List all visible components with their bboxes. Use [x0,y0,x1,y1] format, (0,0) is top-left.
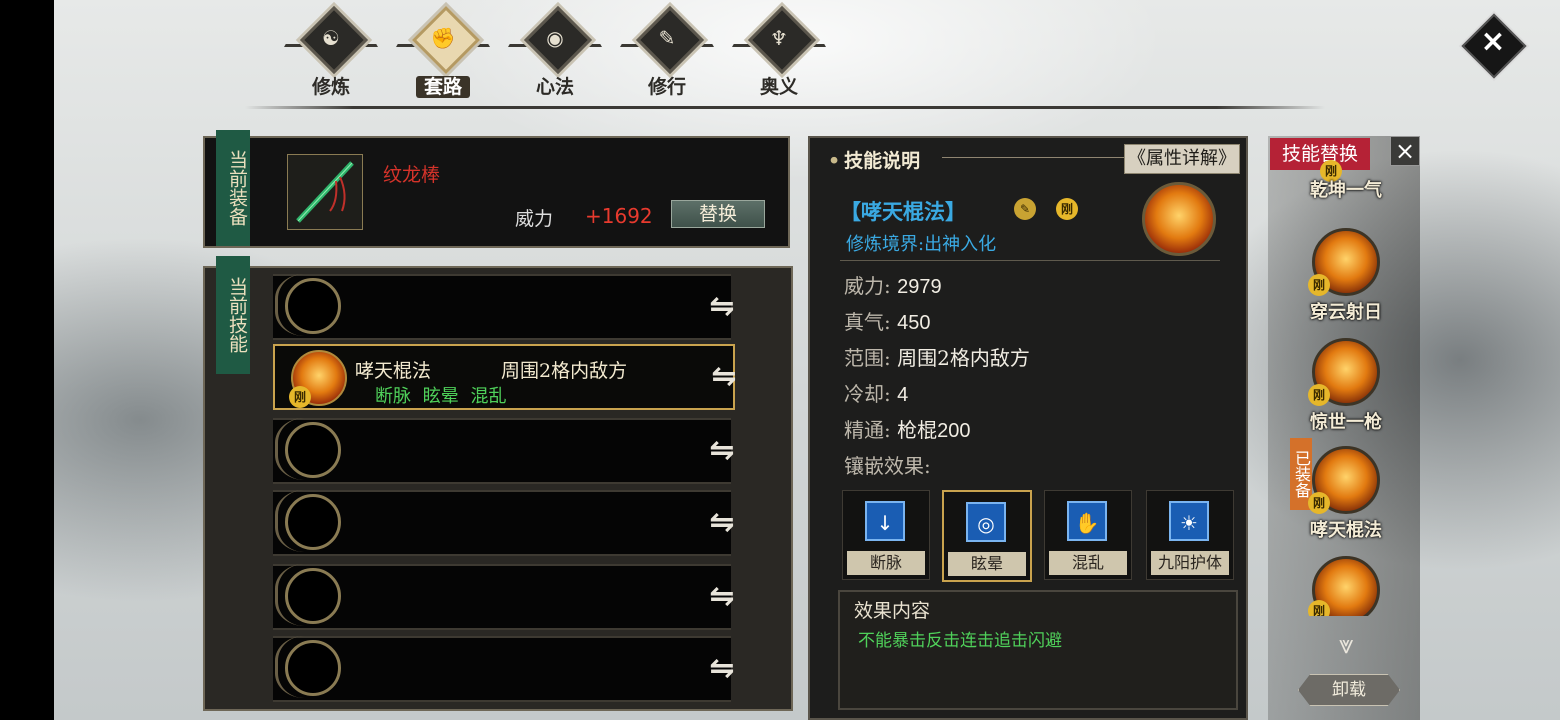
empty-slot-icon [285,422,341,478]
power-label: 威力 [515,208,554,230]
tab-label: 心法 [535,76,574,98]
inlay-label: 镶嵌效果: [844,454,931,478]
close-button[interactable]: × [1461,13,1527,79]
swap-arrows-icon[interactable]: ⇋ [705,652,739,686]
swap-weapon-button[interactable]: 替换 [671,200,765,228]
skill-portrait-icon [1142,182,1216,256]
gang-badge: 刚 [1308,600,1330,616]
weapon-name: 纹龙棒 [383,164,441,186]
replace-item-jingshi[interactable]: 刚 惊世一枪 [1298,338,1394,442]
fist-icon: ✊ [430,26,456,50]
replace-close-button[interactable]: × [1390,136,1420,166]
swap-arrows-icon[interactable]: ⇋ [705,506,739,540]
stat-cooldown: 冷却: 4 [844,382,909,406]
screen-edge-bar [0,0,54,720]
skills-side-label: 当前技能 [216,256,250,374]
empty-slot-icon [285,640,341,696]
tab-cultivate[interactable]: ☯ 修炼 [278,6,384,100]
detail-divider [840,260,1220,261]
tab-practice[interactable]: ✎ 修行 [614,6,720,100]
inlay-stun[interactable]: ◎ 眩晕 [942,490,1032,582]
unload-button[interactable]: 卸载 [1298,674,1400,706]
skill-tabs: ☯ 修炼 ✊ 套路 ◉ 心法 ✎ 修行 ♆ 奥义 [278,6,832,100]
shield-icon: ☀ [1169,501,1209,541]
gang-badge: 刚 [289,386,311,408]
gang-badge: 刚 [1056,198,1078,220]
effect-title: 效果内容 [854,600,931,622]
header-divider [942,157,1128,158]
staff-icon [296,161,354,223]
empty-slot-icon [285,494,341,550]
weapon-slot[interactable] [287,154,363,230]
close-icon: × [1480,24,1506,59]
practice-icon: ✎ [658,26,676,50]
tab-label: 套路 [415,76,470,98]
skill-detail-panel: 技能说明 《属性详解》 【哮天棍法】 ✎ 刚 修炼境界:出神入化 威力: 297… [808,136,1248,720]
effect-content-box: 效果内容 不能暴击反击连击追击闪避 [838,590,1238,710]
tab-label: 修行 [647,76,686,98]
stun-icon: ◎ [966,502,1006,542]
tab-mind[interactable]: ◉ 心法 [502,6,608,100]
mystery-icon: ♆ [770,26,788,50]
effect-text: 不能暴击反击连击追击闪避 [858,631,1062,651]
stat-range: 范围: 周围2格内敌方 [844,346,1030,370]
skill-replace-panel: 技能替换 × 刚 乾坤一气 刚 穿云射日 刚 惊世一枪 已装备 刚 哮天棍法 刚… [1268,136,1420,720]
skill-effect-tags: 断脉 眩晕 混乱 [375,386,507,407]
replace-item-name: 惊世一枪 [1310,412,1382,433]
inlay-duanmai[interactable]: ↓ 断脉 [842,490,930,580]
equipment-side-label: 当前装备 [216,130,250,246]
stat-qi: 真气: 450 [844,310,931,334]
skill-slot-1[interactable]: ⇋ [273,274,735,340]
detail-header: 技能说明 [828,146,920,173]
break-meridian-icon: ↓ [865,501,905,541]
current-skills-panel: 当前技能 ⇋ 刚 哮天棍法 周围2格内敌方 断脉 眩晕 混乱 ⇋ ⇋ ⇋ ⇋ ⇋ [203,256,793,711]
scroll-down-icon[interactable]: ⩔ [1326,630,1366,660]
swap-arrows-icon[interactable]: ⇋ [705,580,739,614]
replace-item-name: 乾坤一气 [1310,180,1382,201]
tab-divider [245,106,1325,109]
tab-label: 奥义 [759,76,798,98]
skill-slot-4[interactable]: ⇋ [273,490,735,556]
skill-slot-5[interactable]: ⇋ [273,564,735,630]
gang-badge: 刚 [1308,492,1330,514]
skill-name: 哮天棍法 [355,360,432,382]
confusion-icon: ✋ [1067,501,1107,541]
cultivation-realm: 修炼境界:出神入化 [846,234,997,255]
current-equipment-panel: 当前装备 纹龙棒 威力 +1692 替换 [203,130,790,248]
tab-label: 修炼 [311,76,350,98]
replace-item-qiankun[interactable]: 刚 乾坤一气 [1298,122,1394,212]
replace-item-5[interactable]: 刚 [1298,556,1394,616]
skill-slot-2[interactable]: 刚 哮天棍法 周围2格内敌方 断脉 眩晕 混乱 ⇋ [273,344,737,410]
swap-arrows-icon[interactable]: ⇋ [707,360,741,394]
inlay-chaos[interactable]: ✋ 混乱 [1044,490,1132,580]
mind-icon: ◉ [546,26,564,50]
replace-item-name: 穿云射日 [1310,302,1382,323]
gang-badge: 刚 [1308,274,1330,296]
stat-power: 威力: 2979 [844,274,942,298]
cultivate-icon: ☯ [322,26,340,50]
replace-item-xiaotian[interactable]: 已装备 刚 哮天棍法 [1290,438,1394,550]
power-value: +1692 [585,204,653,228]
skill-slot-3[interactable]: ⇋ [273,418,735,484]
replace-item-chuanyun[interactable]: 刚 穿云射日 [1298,228,1394,332]
flame-icon: ✎ [1014,198,1036,220]
swap-arrows-icon[interactable]: ⇋ [705,434,739,468]
skill-slot-6[interactable]: ⇋ [273,636,735,702]
inlay-jiuyang[interactable]: ☀ 九阳护体 [1146,490,1234,580]
tab-mystery[interactable]: ♆ 奥义 [726,6,832,100]
attribute-detail-button[interactable]: 《属性详解》 [1124,144,1240,174]
empty-slot-icon [285,568,341,624]
detail-skill-name: 【哮天棍法】 [840,199,966,224]
empty-slot-icon [285,278,341,334]
skill-range: 周围2格内敌方 [501,360,628,382]
stat-mastery: 精通: 枪棍200 [844,418,971,442]
swap-arrows-icon[interactable]: ⇋ [705,290,739,324]
gang-badge: 刚 [1308,384,1330,406]
tab-routine[interactable]: ✊ 套路 [390,6,496,100]
replace-item-name: 哮天棍法 [1310,520,1382,541]
